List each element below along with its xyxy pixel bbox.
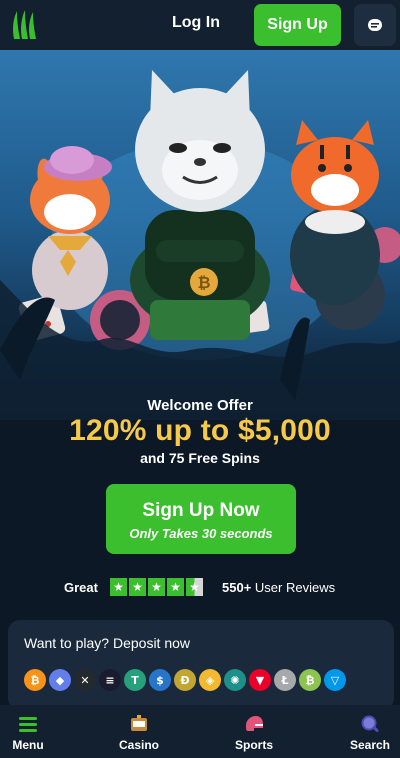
solana-icon[interactable]: ≡ [99,669,121,691]
chat-icon [368,19,382,31]
trustpilot-rating[interactable]: Great ★ ★ ★ ★ ★ 550+ User Reviews [0,578,400,598]
star-icon: ★ [129,578,146,596]
ton-icon[interactable]: ▽ [324,669,346,691]
xrp-icon[interactable]: ✕ [74,669,96,691]
hero-mascots-illustration: ₿ [0,70,400,420]
star-icon: ★ [167,578,184,596]
bitcoin-cash-icon[interactable]: ₿ [299,669,321,691]
helmet-icon [246,716,263,731]
nav-sports-label: Sports [234,738,273,752]
deposit-title: Want to play? Deposit now [24,635,191,651]
rating-stars: ★ ★ ★ ★ ★ [110,578,203,596]
cardano-icon[interactable]: ✺ [224,669,246,691]
bitcoin-icon[interactable]: ₿ [24,669,46,691]
star-icon: ★ [110,578,127,596]
litecoin-icon[interactable]: Ł [274,669,296,691]
free-spins-text: and 75 Free Spins [140,450,260,466]
hero-banner: ₿ [0,50,400,420]
ethereum-icon[interactable]: ◆ [49,669,71,691]
login-link[interactable]: Log In [172,14,220,32]
nav-search[interactable]: Search [340,705,400,758]
tether-icon[interactable]: T [124,669,146,691]
signup-button-label: Sign Up [267,16,328,33]
menu-icon [19,717,37,732]
tron-icon[interactable]: ▼ [249,669,271,691]
top-header: Log In Sign Up [0,0,400,50]
rating-label: Great [64,580,98,595]
chat-button[interactable] [354,4,396,46]
slot-machine-icon [131,715,147,731]
signup-now-sublabel: Only Takes 30 seconds [129,526,273,541]
svg-text:₿: ₿ [197,273,210,292]
nav-casino-label: Casino [118,738,159,752]
signup-now-label: Sign Up Now [142,500,260,521]
review-count-number: 550+ [222,580,252,595]
signup-button[interactable]: Sign Up [254,4,341,46]
dogecoin-icon[interactable]: Ð [174,669,196,691]
search-icon [361,715,379,733]
deposit-card[interactable]: Want to play? Deposit now ₿ ◆ ✕ ≡ T $ Ð ◈ ✺ ▼ Ł ₿ ▽ [8,620,394,710]
star-icon: ★ [148,578,165,596]
bnb-icon[interactable]: ◈ [199,669,221,691]
review-count: 550+ User Reviews [222,580,335,595]
signup-now-button[interactable]: Sign Up Now Only Takes 30 seconds [106,484,296,554]
nav-menu-label: Menu [12,738,44,752]
welcome-offer-label: Welcome Offer [147,397,253,414]
half-star-icon: ★ [186,578,203,596]
claw-logo-icon[interactable] [10,9,40,41]
nav-search-label: Search [349,738,391,752]
crypto-coin-list: ₿ ◆ ✕ ≡ T $ Ð ◈ ✺ ▼ Ł ₿ ▽ [24,669,346,691]
offer-headline: 120% up to $5,000 [69,414,331,447]
usdc-icon[interactable]: $ [149,669,171,691]
bottom-navigation: Menu Casino Sports Search [0,705,400,758]
nav-casino[interactable]: Casino [108,705,170,758]
nav-sports[interactable]: Sports [224,705,284,758]
nav-menu[interactable]: Menu [0,705,56,758]
review-count-label: User Reviews [254,580,336,595]
